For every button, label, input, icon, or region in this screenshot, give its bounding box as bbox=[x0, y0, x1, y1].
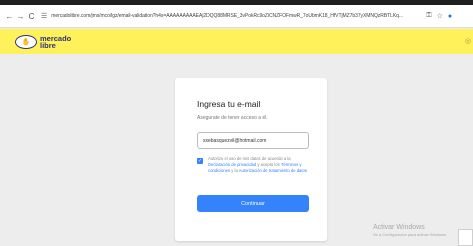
handshake-icon: ✋ bbox=[15, 34, 37, 49]
windows-activation-watermark: Activar Windows Ve a Configuración para … bbox=[373, 224, 448, 237]
consent-checkbox[interactable]: ✓ bbox=[197, 158, 203, 164]
privacy-link[interactable]: Declaración de privacidad bbox=[208, 162, 256, 167]
logo-text-libre: libre bbox=[40, 40, 56, 50]
corner-widget[interactable] bbox=[458, 229, 473, 246]
site-header: ✋ mercado libre ◎ bbox=[0, 29, 473, 54]
address-bar[interactable]: mercadolibre.com/jms/mco/lgz/email-valid… bbox=[51, 13, 421, 19]
tune-icon[interactable]: ☰ bbox=[41, 12, 47, 20]
consent-row: ✓ Autorizo el uso de mis datos de acuerd… bbox=[197, 156, 313, 174]
continue-button[interactable]: Continuar bbox=[197, 195, 309, 212]
consent-text: Autorizo el uso de mis datos de acuerdo … bbox=[208, 156, 307, 173]
data-authorization-link[interactable]: Autorización de tratamiento de datos bbox=[239, 168, 307, 173]
back-icon[interactable]: ← bbox=[4, 5, 15, 28]
help-icon[interactable]: ◎ bbox=[465, 37, 471, 45]
forward-icon[interactable]: → bbox=[15, 5, 26, 28]
key-icon[interactable]: ⚿ bbox=[426, 12, 431, 20]
email-field[interactable] bbox=[197, 132, 309, 149]
browser-toolbar: ← → C ☰ mercadolibre.com/jms/mco/lgz/ema… bbox=[0, 5, 473, 28]
star-icon[interactable]: ☆ bbox=[437, 12, 443, 20]
page-subtitle: Asegurate de tener acceso a él. bbox=[197, 115, 268, 121]
reload-icon[interactable]: C bbox=[26, 5, 37, 28]
page-title: Ingresa tu e-mail bbox=[197, 99, 261, 109]
mercadolibre-logo[interactable]: ✋ mercado libre bbox=[15, 34, 71, 50]
email-card: Ingresa tu e-mail Asegurate de tener acc… bbox=[175, 78, 327, 241]
extension-icon[interactable]: ● bbox=[448, 13, 452, 20]
